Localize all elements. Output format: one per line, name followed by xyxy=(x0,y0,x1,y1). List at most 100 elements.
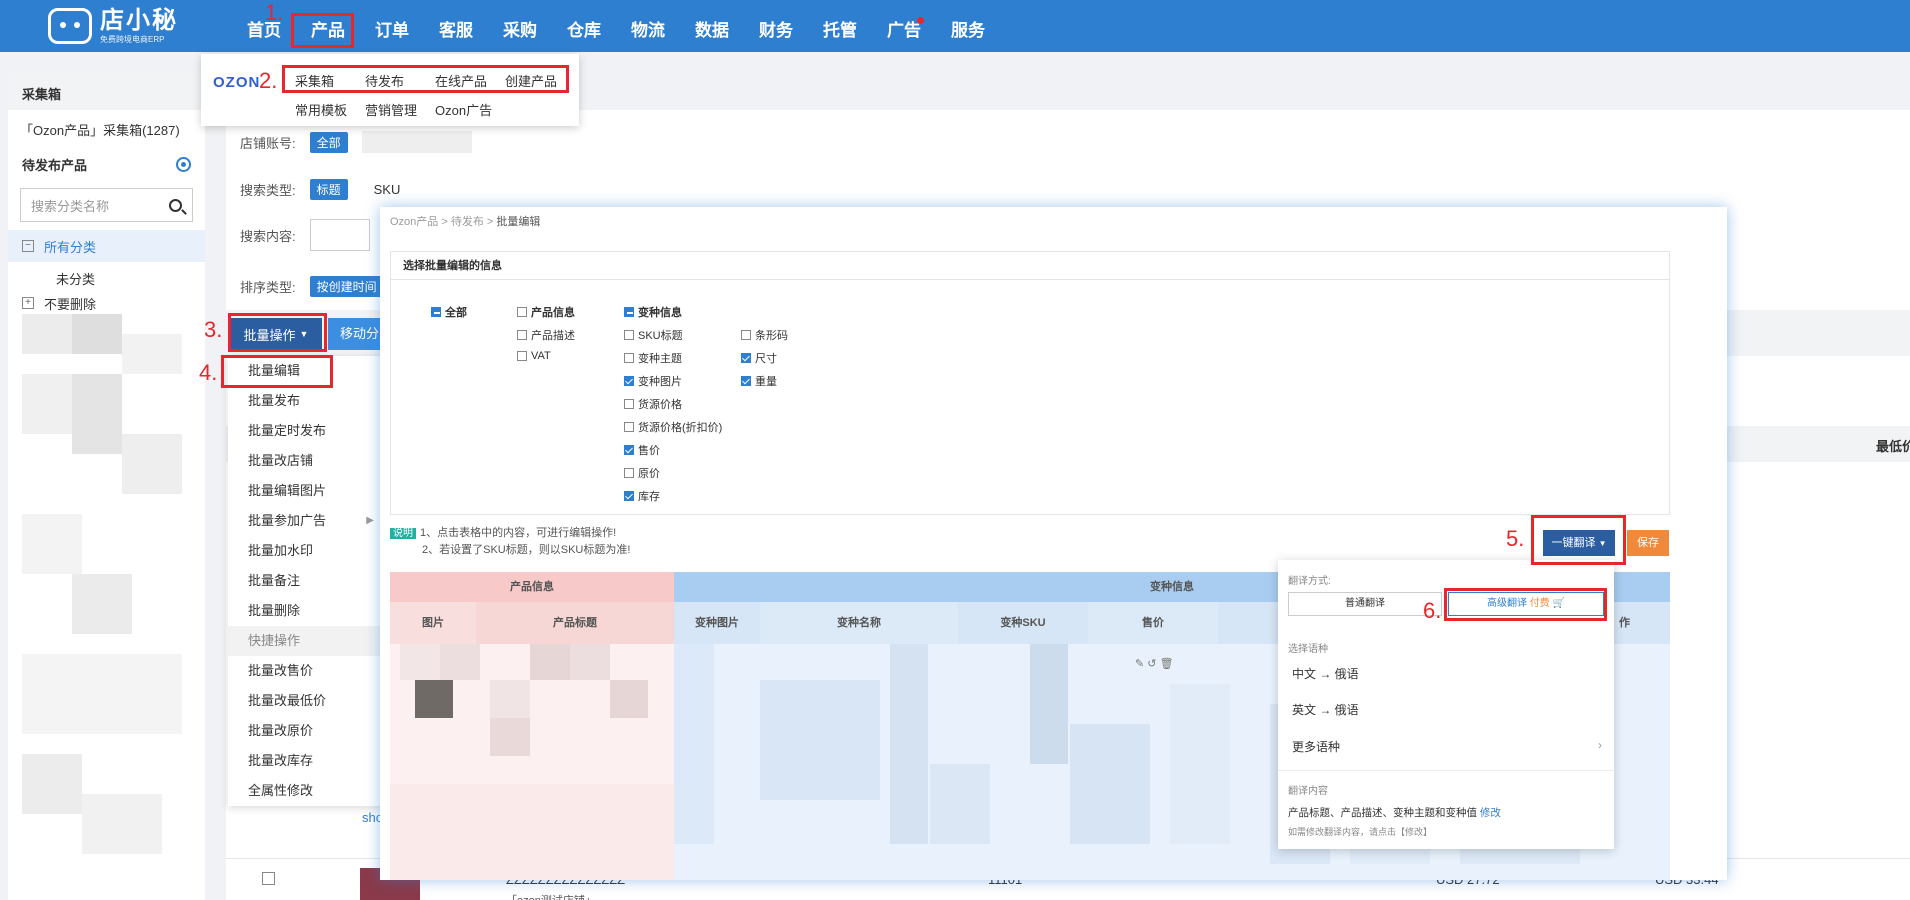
divider xyxy=(1278,770,1614,771)
checkbox-stock[interactable]: 库存 xyxy=(624,488,660,504)
crumb-batch-edit: 批量编辑 xyxy=(496,216,541,228)
annotation-6: 6. xyxy=(1423,598,1442,623)
nav-purchase[interactable]: 采购 xyxy=(488,0,552,52)
menu-item-batch-publish[interactable]: 批量发布 xyxy=(228,386,388,416)
checkbox-checked-icon xyxy=(624,445,634,455)
checkbox-all[interactable]: 全部 xyxy=(431,304,467,320)
checkbox-icon xyxy=(624,468,634,478)
row-checkbox[interactable] xyxy=(262,872,275,885)
checkbox-size[interactable]: 尺寸 xyxy=(741,350,777,366)
nav-services[interactable]: 服务 xyxy=(936,0,1000,52)
menu-item-change-price[interactable]: 批量改售价 xyxy=(228,656,388,686)
search-type-tag-title[interactable]: 标题 xyxy=(309,179,348,200)
checkbox-label: 货源价格 xyxy=(638,399,682,411)
annotation-box-4 xyxy=(221,355,333,388)
checkbox-product-info[interactable]: 产品信息 xyxy=(517,304,575,320)
app-logo[interactable]: 店小秘 免费跨境电商ERP xyxy=(48,4,178,48)
menu-item-batch-change-shop[interactable]: 批量改店铺 xyxy=(228,446,388,476)
checkbox-variant-image[interactable]: 变种图片 xyxy=(624,373,682,389)
tree-item-keep[interactable]: + 不要删除 xyxy=(8,294,205,312)
nav-ads[interactable]: 广告 xyxy=(872,0,936,52)
expand-icon[interactable]: + xyxy=(22,297,34,309)
search-content-input[interactable] xyxy=(309,219,370,251)
menu-item-batch-scheduled-publish[interactable]: 批量定时发布 xyxy=(228,416,388,446)
checkbox-label: 货源价格(折扣价) xyxy=(638,422,723,434)
tree-item-all[interactable]: − 所有分类 xyxy=(8,230,205,262)
menu-item-batch-remark[interactable]: 批量备注 xyxy=(228,566,388,596)
nav-logistics[interactable]: 物流 xyxy=(616,0,680,52)
menu-item-change-min-price[interactable]: 批量改最低价 xyxy=(228,686,388,716)
more-languages[interactable]: 更多语种 › xyxy=(1292,738,1602,755)
menu-item-batch-ads[interactable]: 批量参加广告 ▶ xyxy=(228,506,388,536)
nav-service[interactable]: 客服 xyxy=(424,0,488,52)
menu-item-batch-watermark[interactable]: 批量加水印 xyxy=(228,536,388,566)
search-type-label: 搜索类型: xyxy=(240,183,296,198)
checkbox-icon xyxy=(517,330,527,340)
checkbox-icon xyxy=(624,353,634,363)
checkbox-variant-theme[interactable]: 变种主题 xyxy=(624,350,682,366)
menu-item-all-attributes[interactable]: 全属性修改 xyxy=(228,776,388,806)
search-icon[interactable] xyxy=(169,198,182,212)
annotation-1: 1. xyxy=(265,0,284,25)
sort-tag-created[interactable]: 按创建时间 xyxy=(309,276,384,297)
filter-sort: 排序类型: 按创建时间 xyxy=(240,276,384,297)
annotation-box-6 xyxy=(1444,588,1607,621)
checkbox-sale-price[interactable]: 售价 xyxy=(624,442,660,458)
th-price: 售价 xyxy=(1088,602,1218,644)
nav-hosting[interactable]: 托管 xyxy=(808,0,872,52)
move-category-button[interactable]: 移动分 xyxy=(328,318,388,350)
edit-icon[interactable]: ✎ xyxy=(1135,658,1144,670)
nav-ads-label: 广告 xyxy=(887,21,921,40)
menu-item-change-stock[interactable]: 批量改库存 xyxy=(228,746,388,776)
nav-warehouse[interactable]: 仓库 xyxy=(552,0,616,52)
checkbox-vat[interactable]: VAT xyxy=(517,350,551,362)
menu-item-marketing[interactable]: 营销管理 xyxy=(365,100,435,119)
row-shop: 「ozon测试店铺」 xyxy=(506,892,596,900)
checkbox-label: 产品信息 xyxy=(531,307,575,319)
menu-item-ozon-ads[interactable]: Ozon广告 xyxy=(435,100,505,119)
nav-orders[interactable]: 订单 xyxy=(360,0,424,52)
menu-item-batch-edit-images[interactable]: 批量编辑图片 xyxy=(228,476,388,506)
checkbox-source-discount-price[interactable]: 货源价格(折扣价) xyxy=(624,419,722,435)
trash-icon[interactable]: 🗑 xyxy=(1160,658,1174,670)
search-type-sku[interactable]: SKU xyxy=(374,182,401,197)
breadcrumb: Ozon产品 > 待发布 > 批量编辑 xyxy=(390,216,541,228)
checkbox-sku-title[interactable]: SKU标题 xyxy=(624,327,683,343)
checkbox-checked-icon xyxy=(741,376,751,386)
save-button[interactable]: 保存 xyxy=(1627,530,1669,556)
menu-item-change-original-price[interactable]: 批量改原价 xyxy=(228,716,388,746)
checkbox-product-desc[interactable]: 产品描述 xyxy=(517,327,575,343)
lang-option-zh-ru[interactable]: 中文 → 俄语 xyxy=(1292,665,1359,682)
crumb-pending[interactable]: 待发布 xyxy=(451,216,484,228)
checkbox-variant-info[interactable]: 变种信息 xyxy=(624,304,682,320)
menu-item-templates[interactable]: 常用模板 xyxy=(295,100,365,119)
checkbox-checked-icon xyxy=(741,353,751,363)
checkbox-weight[interactable]: 重量 xyxy=(741,373,777,389)
search-content-label: 搜索内容: xyxy=(240,228,296,244)
undo-icon[interactable]: ↺ xyxy=(1147,658,1156,670)
nav-data[interactable]: 数据 xyxy=(680,0,744,52)
tree-item-uncategorized[interactable]: 未分类 xyxy=(8,262,205,294)
translate-mode-label: 翻译方式: xyxy=(1288,576,1331,587)
blurred-sidebar-content xyxy=(22,314,192,874)
nav-finance[interactable]: 财务 xyxy=(744,0,808,52)
category-search-input[interactable]: 搜索分类名称 xyxy=(20,188,193,222)
normal-translate-button[interactable]: 普通翻译 xyxy=(1288,592,1442,616)
collapse-icon[interactable]: − xyxy=(22,240,34,252)
checkbox-barcode[interactable]: 条形码 xyxy=(741,327,788,343)
edit-content-link[interactable]: 修改 xyxy=(1480,807,1501,819)
annotation-box-1 xyxy=(291,13,354,48)
nav-home[interactable]: 首页 xyxy=(232,0,296,52)
menu-item-batch-delete[interactable]: 批量删除 xyxy=(228,596,388,626)
sidebar: 采集箱 「Ozon产品」采集箱(1287) 待发布产品 搜索分类名称 − 所有分… xyxy=(8,74,205,900)
gear-icon[interactable] xyxy=(176,157,191,172)
shop-tag-all[interactable]: 全部 xyxy=(309,131,348,153)
sidebar-item-collect-box[interactable]: 「Ozon产品」采集箱(1287) xyxy=(8,110,205,149)
checkbox-original-price[interactable]: 原价 xyxy=(624,465,660,481)
category-search-placeholder: 搜索分类名称 xyxy=(31,198,110,214)
crumb-ozon-products[interactable]: Ozon产品 xyxy=(390,216,438,228)
checkbox-source-price[interactable]: 货源价格 xyxy=(624,396,682,412)
lang-option-en-ru[interactable]: 英文 → 俄语 xyxy=(1292,701,1359,718)
tree-item-label: 未分类 xyxy=(56,271,96,287)
checkbox-icon xyxy=(517,351,527,361)
